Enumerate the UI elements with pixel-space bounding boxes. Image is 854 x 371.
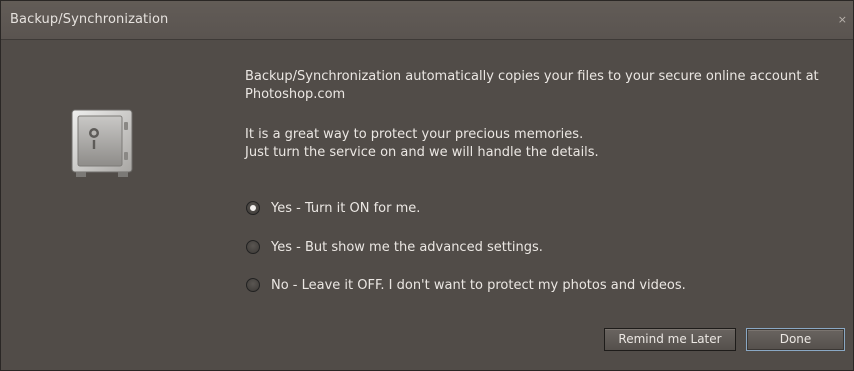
dialog-title: Backup/Synchronization bbox=[10, 12, 169, 27]
intro-description: Backup/Synchronization automatically cop… bbox=[245, 69, 819, 102]
close-icon[interactable]: × bbox=[838, 13, 847, 26]
title-bar: Backup/Synchronization × bbox=[1, 1, 853, 40]
option-turn-on[interactable]: Yes - Turn it ON for me. bbox=[246, 198, 420, 218]
option-label: No - Leave it OFF. I don't want to prote… bbox=[271, 277, 686, 293]
option-label: Yes - But show me the advanced settings. bbox=[271, 239, 543, 255]
safe-icon bbox=[71, 109, 133, 177]
backup-sync-dialog: Backup/Synchronization × Backup/Synchron… bbox=[0, 0, 854, 371]
option-advanced-settings[interactable]: Yes - But show me the advanced settings. bbox=[246, 237, 543, 257]
radio-leave-off[interactable] bbox=[246, 278, 260, 292]
radio-advanced-settings[interactable] bbox=[246, 240, 260, 254]
intro-line-2: It is a great way to protect your precio… bbox=[245, 127, 584, 142]
done-button[interactable]: Done bbox=[746, 328, 845, 351]
option-leave-off[interactable]: No - Leave it OFF. I don't want to prote… bbox=[246, 275, 686, 295]
radio-turn-on[interactable] bbox=[246, 201, 260, 215]
intro-protect-text: It is a great way to protect your precio… bbox=[245, 126, 835, 162]
remind-later-button[interactable]: Remind me Later bbox=[604, 328, 736, 351]
intro-line-3: Just turn the service on and we will han… bbox=[245, 145, 599, 160]
option-label: Yes - Turn it ON for me. bbox=[271, 200, 421, 216]
